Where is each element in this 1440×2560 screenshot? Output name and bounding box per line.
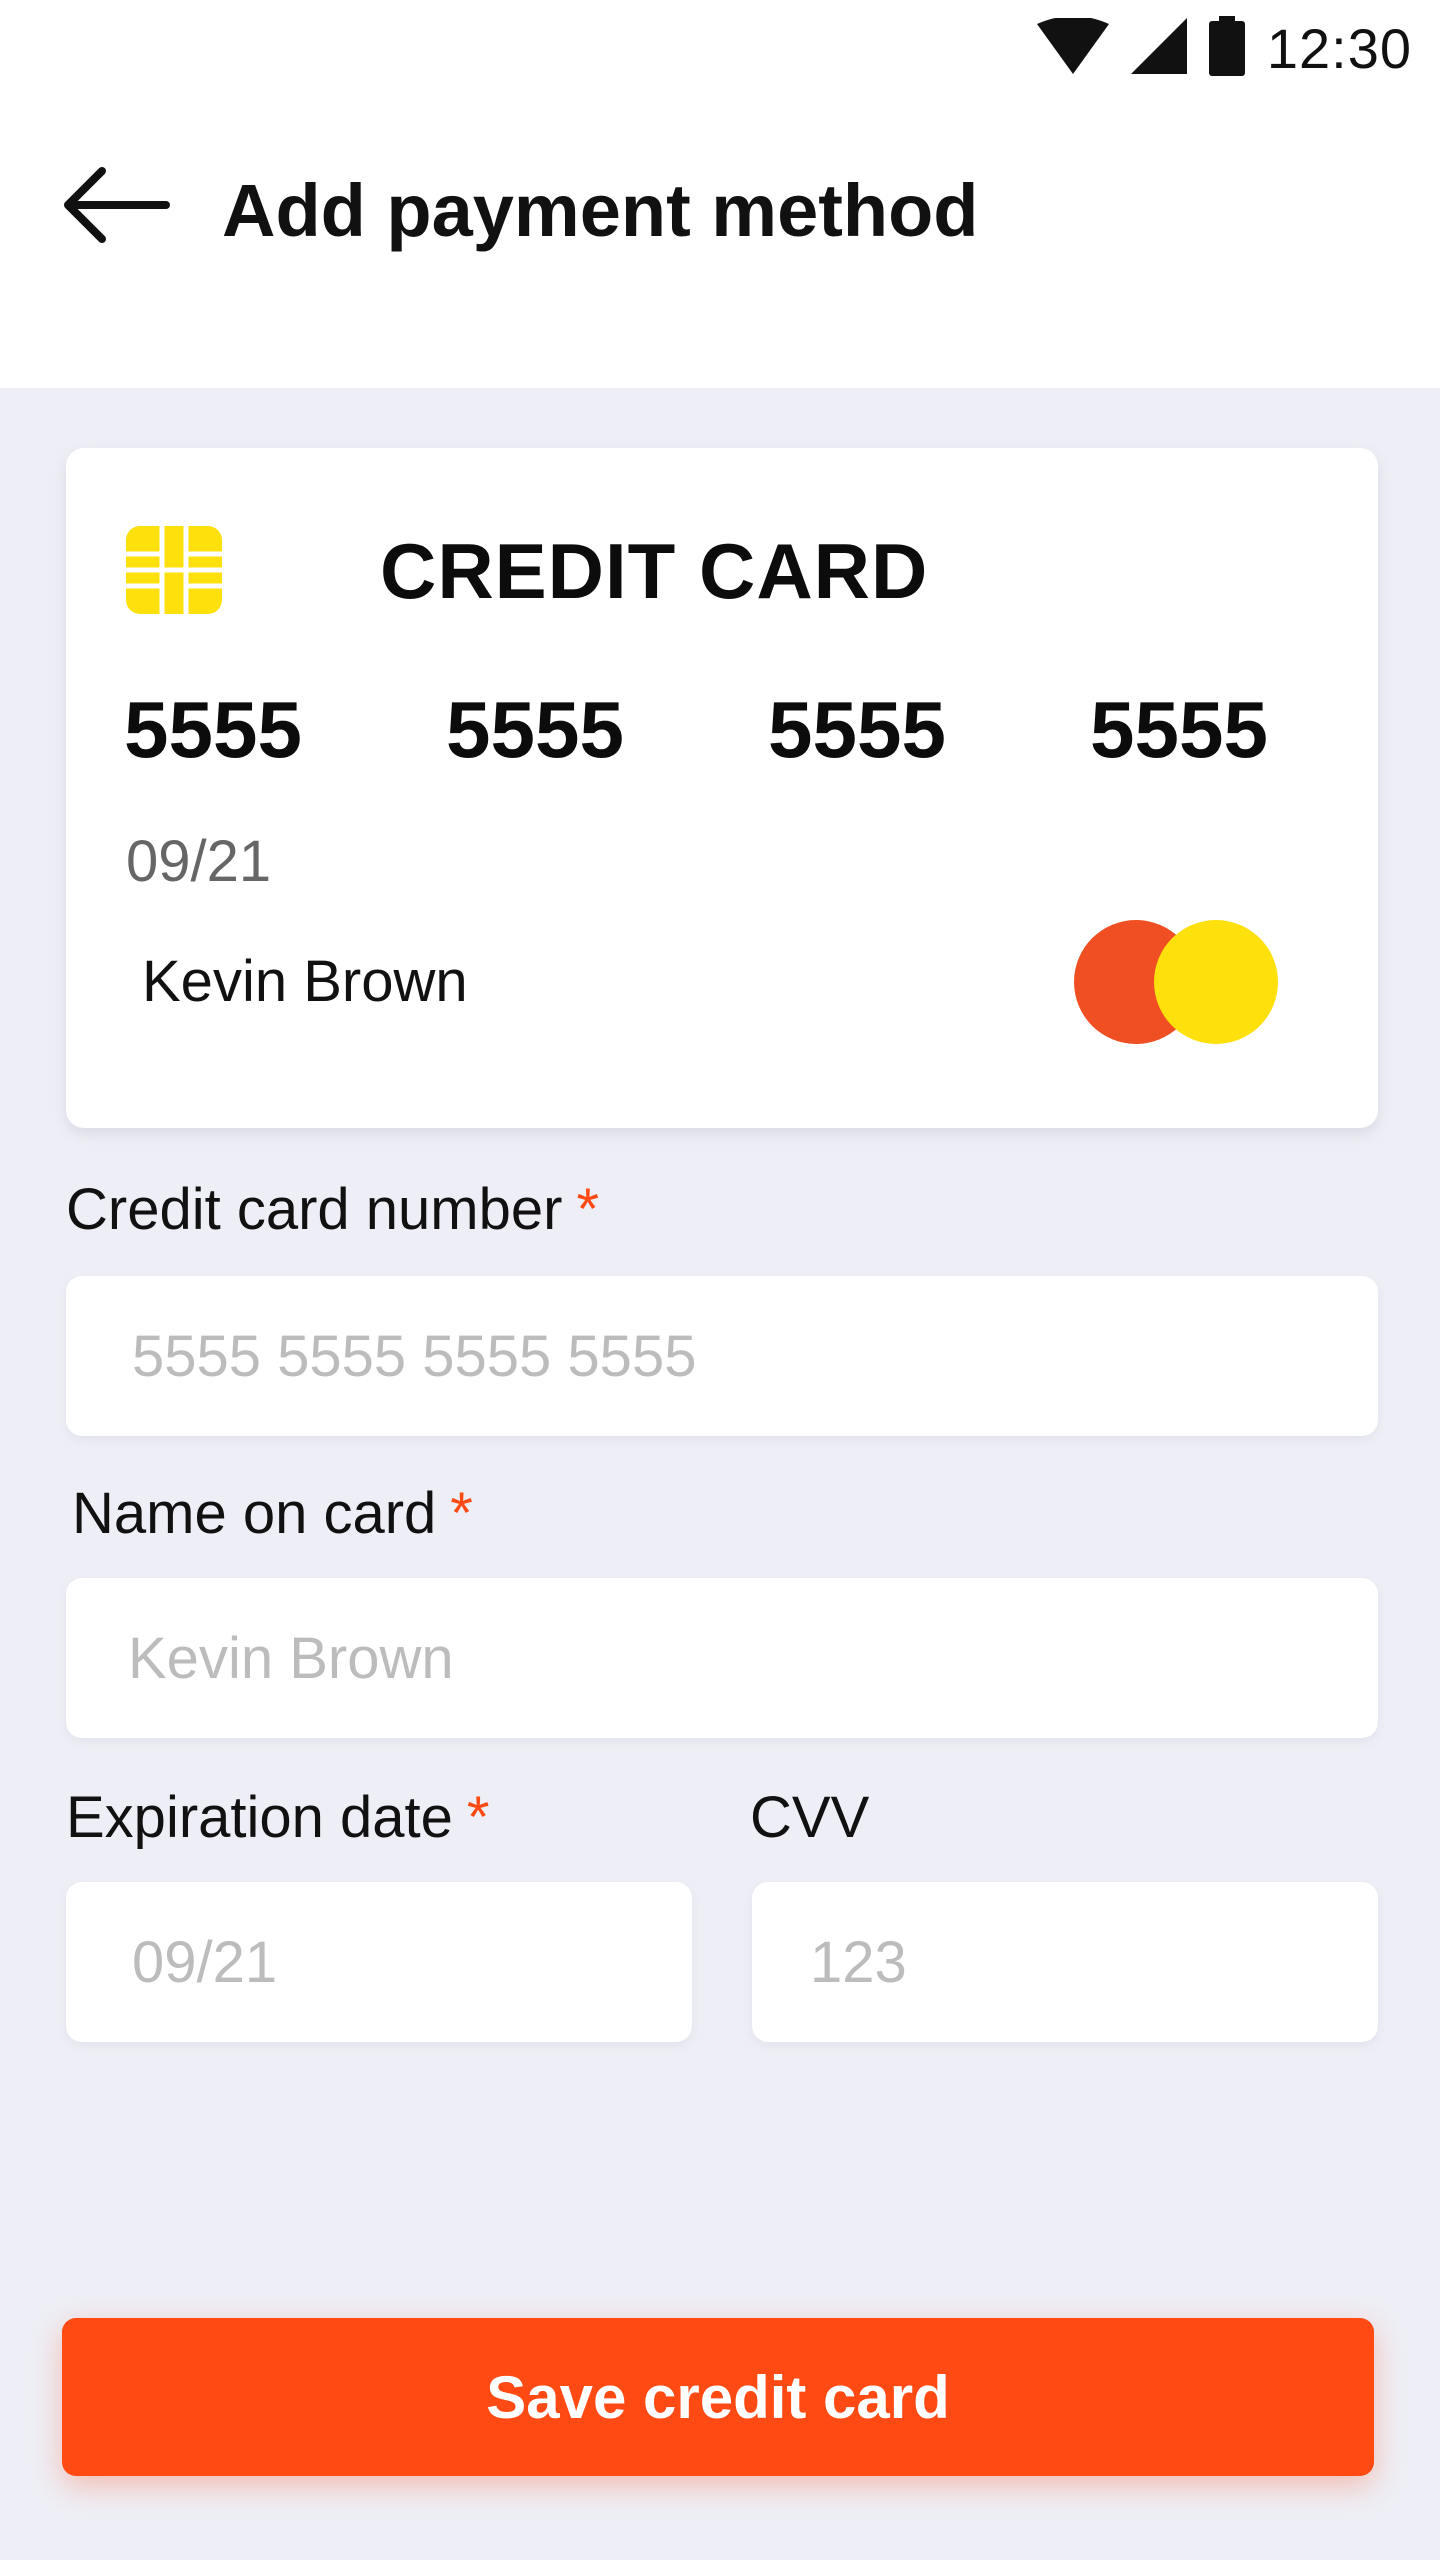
card-title: CREDIT CARD	[380, 527, 929, 615]
expiration-date-label: Expiration date *	[66, 1784, 490, 1851]
expiration-date-label-text: Expiration date	[66, 1785, 453, 1850]
card-number-group: 5555	[768, 685, 946, 774]
name-on-card-label: Name on card *	[72, 1480, 473, 1547]
cvv-label: CVV	[750, 1784, 869, 1851]
card-number: 5555 5555 5555 5555	[124, 684, 1354, 784]
page-title: Add payment method	[222, 169, 979, 252]
wifi-icon	[1036, 15, 1109, 79]
mastercard-logo	[1074, 920, 1278, 1044]
required-mark: *	[466, 1785, 490, 1850]
name-on-card-label-text: Name on card	[72, 1481, 437, 1546]
card-holder-name: Kevin Brown	[142, 949, 468, 1014]
card-number-label-text: Credit card number	[66, 1177, 563, 1242]
card-expiry: 09/21	[126, 829, 272, 894]
required-mark: *	[450, 1481, 473, 1546]
card-number-group: 5555	[124, 685, 302, 774]
credit-card-preview: CREDIT CARD 5555 5555 5555 5555 09/21 Ke…	[66, 448, 1378, 1128]
status-bar: 12:30	[0, 0, 1440, 96]
save-credit-card-button[interactable]: Save credit card	[62, 2318, 1374, 2476]
required-mark: *	[576, 1177, 600, 1242]
card-chip-icon	[126, 526, 222, 614]
card-number-group: 5555	[1090, 685, 1268, 774]
app-bar: Add payment method	[0, 96, 1440, 388]
signal-icon	[1130, 17, 1187, 79]
cvv-label-text: CVV	[750, 1785, 870, 1850]
back-button[interactable]	[56, 162, 176, 252]
card-number-label: Credit card number *	[66, 1176, 599, 1243]
status-icons: 12:30	[1036, 14, 1412, 82]
card-number-input[interactable]	[66, 1276, 1378, 1436]
brand-circle-yellow	[1154, 920, 1278, 1044]
expiration-date-input[interactable]	[66, 1882, 692, 2042]
card-number-group: 5555	[446, 685, 624, 774]
status-time: 12:30	[1266, 16, 1412, 80]
arrow-left-icon	[62, 165, 170, 250]
cvv-input[interactable]	[752, 1882, 1378, 2042]
name-on-card-input[interactable]	[66, 1578, 1378, 1738]
battery-icon	[1208, 15, 1245, 81]
